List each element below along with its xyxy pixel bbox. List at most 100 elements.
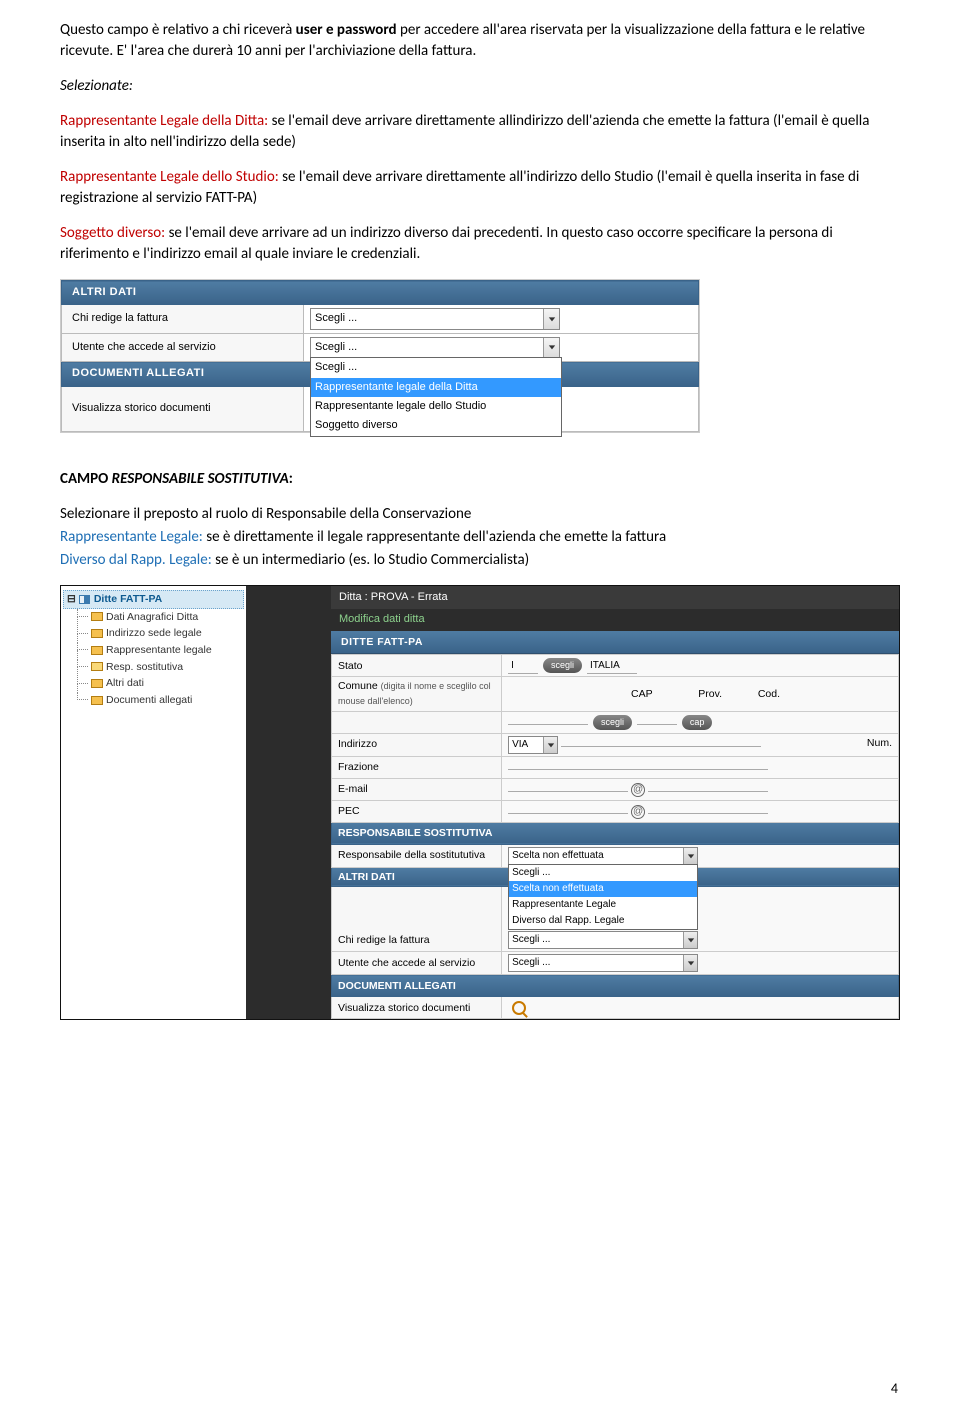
campo-italic: RESPONSABILE SOSTITUTIVA — [112, 470, 289, 488]
via-combo[interactable]: VIA — [508, 736, 558, 754]
row-utente-label: Utente che accede al servizio — [62, 333, 304, 361]
pec-input[interactable] — [508, 813, 628, 814]
option-ditta: Rappresentante Legale della Ditta: se l'… — [60, 111, 900, 153]
combo-responsabile[interactable]: Scelta non effettuata Scegli ... Scelta … — [508, 847, 698, 865]
panel-title: Ditta : PROVA - Errata — [331, 586, 899, 609]
text: se è un intermediario (es. lo Studio Com… — [212, 551, 529, 569]
section-responsabile: RESPONSABILE SOSTITUTIVA — [332, 822, 899, 844]
row-visualizza-label: Visualizza storico documenti — [332, 997, 502, 1019]
dropdown-option[interactable]: Scegli ... — [311, 358, 561, 377]
search-icon[interactable] — [512, 1001, 526, 1015]
combo-value: Scegli ... — [311, 309, 559, 328]
folder-icon — [91, 662, 103, 671]
panel-subtitle: Modifica dati ditta — [331, 609, 899, 630]
dropdown-option[interactable]: Scegli ... — [509, 865, 697, 881]
row-email-label: E-mail — [332, 778, 502, 800]
tree-item[interactable]: Dati Anagrafici Ditta — [77, 609, 244, 626]
indirizzo-input[interactable] — [561, 746, 761, 747]
campo-pre: CAMPO — [60, 470, 112, 488]
tree-sidebar: ⊟ Ditte FATT-PA Dati Anagrafici Ditta In… — [61, 586, 246, 1020]
screenshot-altri-dati: ALTRI DATI Chi redige la fattura Scegli … — [60, 279, 700, 433]
row-resp-label: Responsabile della sostitututiva — [332, 844, 502, 867]
num-label: Num. — [867, 736, 892, 751]
comune-input[interactable] — [508, 724, 588, 725]
row-frazione-label: Frazione — [332, 756, 502, 778]
tab-ditte[interactable]: DITTE FATT-PA — [331, 631, 899, 655]
dropdown-utente-options: Scegli ... Rappresentante legale della D… — [310, 357, 562, 437]
option-soggetto: Soggetto diverso: se l'email deve arriva… — [60, 223, 900, 265]
tree-item-selected[interactable]: Resp. sostitutiva — [77, 659, 244, 676]
prov-label: Prov. — [698, 688, 722, 700]
folder-icon — [91, 646, 103, 655]
tree-item[interactable]: Rappresentante legale — [77, 642, 244, 659]
row-utente-label: Utente che accede al servizio — [332, 952, 502, 975]
text: se è direttamente il legale rappresentan… — [203, 528, 666, 546]
row-indirizzo-label: Indirizzo — [332, 733, 502, 756]
chevron-down-icon[interactable] — [543, 309, 559, 328]
tree-item[interactable]: Documenti allegati — [77, 692, 244, 709]
email-input[interactable] — [508, 791, 628, 792]
row-chi-redige-label: Chi redige la fattura — [332, 887, 502, 952]
row-comune-label: Comune (digita il nome e sceglilo col mo… — [332, 677, 502, 711]
chevron-down-icon[interactable] — [543, 338, 559, 357]
combo-utente[interactable]: Scegli ... — [508, 954, 698, 972]
text: Questo campo è relativo a chi riceverà — [60, 21, 296, 39]
combo-chi-redige[interactable]: Scegli ... — [508, 931, 698, 949]
folder-icon — [91, 612, 103, 621]
row-comune-input — [332, 711, 502, 733]
chevron-down-icon[interactable] — [683, 932, 697, 948]
stato-input[interactable]: I — [508, 659, 538, 674]
scegli-button[interactable]: scegli — [593, 715, 632, 730]
dropdown-option-selected[interactable]: Rappresentante legale della Ditta — [311, 378, 561, 397]
dropdown-resp-options: Scegli ... Scelta non effettuata Rappres… — [508, 864, 698, 930]
row-visualizza-label: Visualizza storico documenti — [62, 386, 304, 431]
lead-red: Rappresentante Legale della Ditta: — [60, 112, 268, 130]
folder-icon — [91, 679, 103, 688]
dropdown-option[interactable]: Rappresentante legale dello Studio — [311, 397, 561, 416]
blue-lead: Rappresentante Legale: — [60, 528, 203, 546]
dropdown-option[interactable]: Diverso dal Rapp. Legale — [509, 913, 697, 929]
dropdown-option[interactable]: Soggetto diverso — [311, 416, 561, 435]
row-stato-label: Stato — [332, 655, 502, 677]
book-icon — [79, 594, 91, 605]
at-icon: @ — [631, 805, 645, 819]
combo-utente-accede[interactable]: Scegli ... Scegli ... Rappresentante leg… — [310, 337, 560, 358]
cap-input[interactable] — [637, 724, 677, 725]
campo-post: : — [289, 470, 293, 488]
campo-line1: Selezionare il preposto al ruolo di Resp… — [60, 504, 900, 525]
right-panel: Ditta : PROVA - Errata Modifica dati dit… — [331, 586, 899, 1020]
option-studio: Rappresentante Legale dello Studio: se l… — [60, 167, 900, 209]
text: se l'email deve arrivare ad un indirizzo… — [60, 224, 833, 263]
selezionate-label: Selezionate: — [60, 76, 900, 97]
screenshot-ditta-panel: ⊟ Ditte FATT-PA Dati Anagrafici Ditta In… — [60, 585, 900, 1021]
folder-icon — [91, 629, 103, 638]
tree-item[interactable]: Altri dati — [77, 675, 244, 692]
paragraph-1: Questo campo è relativo a chi riceverà u… — [60, 20, 900, 62]
row-chi-redige-label: Chi redige la fattura — [62, 305, 304, 333]
cap-label: CAP — [631, 688, 652, 700]
lead-red: Soggetto diverso: — [60, 224, 165, 242]
chevron-down-icon[interactable] — [543, 737, 557, 753]
at-icon: @ — [631, 783, 645, 797]
tree-item[interactable]: Indirizzo sede legale — [77, 625, 244, 642]
tree-root-label: Ditte FATT-PA — [94, 592, 162, 607]
campo-title: CAMPO RESPONSABILE SOSTITUTIVA: — [60, 469, 900, 490]
frazione-input[interactable] — [508, 769, 768, 770]
tree-root[interactable]: ⊟ Ditte FATT-PA — [63, 590, 244, 609]
chevron-down-icon[interactable] — [683, 848, 697, 864]
chevron-down-icon[interactable] — [683, 955, 697, 971]
page-number: 4 — [891, 1379, 898, 1399]
dropdown-option[interactable]: Rappresentante Legale — [509, 897, 697, 913]
row-pec-label: PEC — [332, 800, 502, 822]
dropdown-option-selected[interactable]: Scelta non effettuata — [509, 881, 697, 897]
combo-chi-redige[interactable]: Scegli ... — [310, 308, 560, 329]
scegli-button[interactable]: scegli — [543, 658, 582, 673]
bold-user-password: user e password — [296, 21, 397, 39]
pec-domain-input[interactable] — [648, 813, 768, 814]
cap-button[interactable]: cap — [682, 715, 713, 730]
blue-lead: Diverso dal Rapp. Legale: — [60, 551, 212, 569]
folder-icon — [91, 696, 103, 705]
email-domain-input[interactable] — [648, 791, 768, 792]
campo-line2: Rappresentante Legale: se è direttamente… — [60, 527, 900, 548]
country-value: ITALIA — [587, 659, 637, 674]
